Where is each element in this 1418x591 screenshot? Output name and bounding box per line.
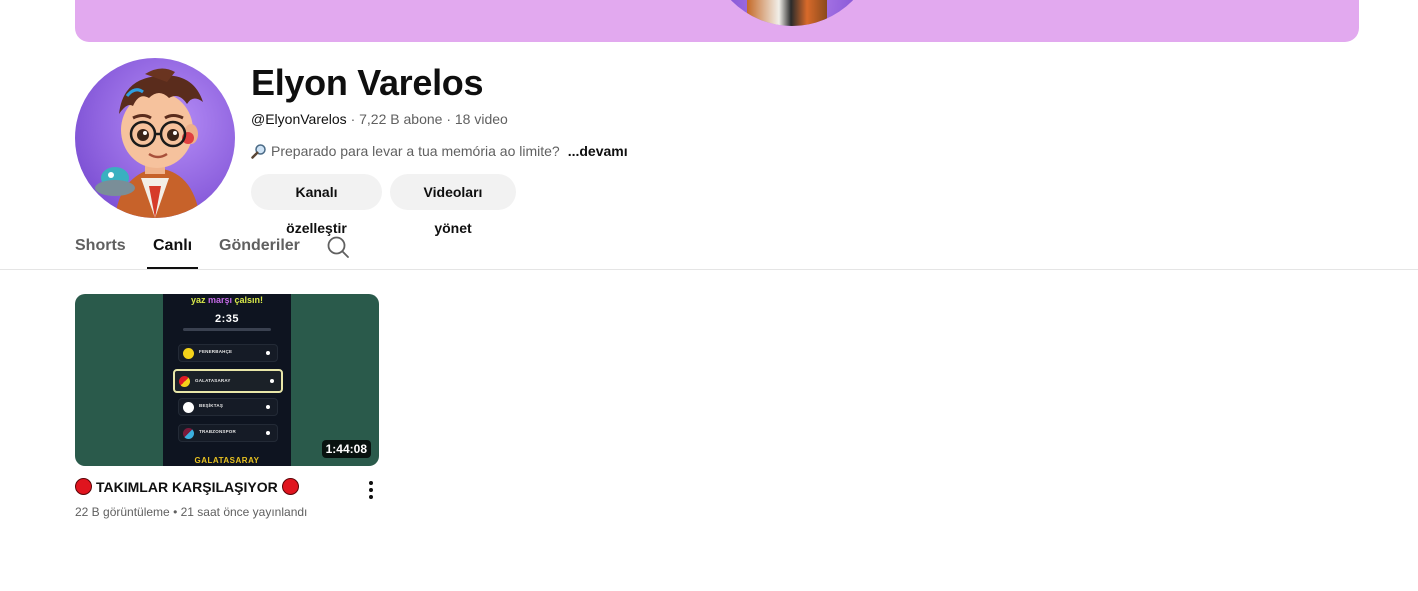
meta-separator: • xyxy=(173,505,178,519)
team-name: BEŞİKTAŞ xyxy=(199,403,224,408)
red-circle-icon xyxy=(281,478,299,495)
video-count: 18 video xyxy=(454,111,508,127)
tab-shorts[interactable]: Shorts xyxy=(75,224,126,270)
team-name: GALATASARAY xyxy=(195,378,231,383)
thumbnail-subtitle-bar xyxy=(183,328,271,331)
description-more-link[interactable]: ...devamı xyxy=(568,142,628,160)
search-icon[interactable] xyxy=(326,235,350,259)
thumbnail-timer: 2:35 xyxy=(214,313,240,325)
thumbnail-headline-b: marşı xyxy=(207,295,233,305)
team-dot xyxy=(270,379,274,383)
team-badge-icon xyxy=(183,402,194,413)
video-meta: 22 B görüntüleme • 21 saat önce yayınlan… xyxy=(75,505,307,519)
thumbnail-headline-a: yaz xyxy=(190,295,206,305)
customize-channel-button[interactable]: Kanalı özelleştir xyxy=(251,174,382,236)
video-thumbnail[interactable]: yaz marşı çalsın! 2:35 FENERBAHÇE GALATA… xyxy=(75,294,379,466)
meta-separator: · xyxy=(350,111,356,127)
team-badge-icon xyxy=(183,428,194,439)
channel-meta: @ElyonVarelos · 7,22 B abone · 18 video xyxy=(251,110,508,128)
description-text: Preparado para levar a tua memória ao li… xyxy=(271,143,560,159)
channel-handle: @ElyonVarelos xyxy=(251,111,347,127)
thumbnail-phone-screen: yaz marşı çalsın! 2:35 FENERBAHÇE GALATA… xyxy=(163,294,291,466)
thumbnail-footer: GALATASARAY xyxy=(194,456,260,465)
manage-videos-button[interactable]: Videoları yönet xyxy=(390,174,516,236)
channel-avatar[interactable] xyxy=(75,58,235,218)
banner-figure xyxy=(747,0,827,26)
channel-name: Elyon Varelos xyxy=(251,62,484,103)
video-views: 22 B görüntüleme xyxy=(75,505,170,519)
video-published: 21 saat önce yayınlandı xyxy=(180,505,308,519)
meta-separator: · xyxy=(446,111,451,127)
tab-posts[interactable]: Gönderiler xyxy=(219,224,300,270)
team-badge-icon xyxy=(179,376,190,387)
avatar-illustration xyxy=(95,68,203,218)
subscriber-count: 7,22 B abone xyxy=(359,111,443,127)
team-badge-icon xyxy=(183,348,194,359)
channel-banner xyxy=(75,0,1359,42)
team-dot xyxy=(266,405,270,409)
thumbnail-headline-c: çalsın! xyxy=(234,295,264,305)
thumbnail-team-row: TRABZONSPOR xyxy=(178,424,278,442)
team-name: FENERBAHÇE xyxy=(199,349,233,354)
magnifier-icon xyxy=(251,143,267,159)
banner-avatar-art xyxy=(707,0,877,26)
video-duration-badge: 1:44:08 xyxy=(321,440,371,458)
tab-live[interactable]: Canlı xyxy=(146,224,199,270)
red-circle-icon xyxy=(75,478,92,495)
more-vert-icon[interactable] xyxy=(360,479,382,501)
team-dot xyxy=(266,431,270,435)
thumbnail-headline: yaz marşı çalsın! xyxy=(163,295,291,305)
thumbnail-team-row-selected: GALATASARAY xyxy=(173,369,283,393)
thumbnail-team-row: BEŞİKTAŞ xyxy=(178,398,278,416)
team-dot xyxy=(266,351,270,355)
thumbnail-team-row: FENERBAHÇE xyxy=(178,344,278,362)
channel-description[interactable]: Preparado para levar a tua memória ao li… xyxy=(251,142,628,160)
video-title[interactable]: TAKIMLAR KARŞILAŞIYOR xyxy=(75,478,299,495)
tabs-divider xyxy=(0,269,1418,270)
team-name: TRABZONSPOR xyxy=(199,429,236,434)
video-title-text: TAKIMLAR KARŞILAŞIYOR xyxy=(96,478,278,495)
